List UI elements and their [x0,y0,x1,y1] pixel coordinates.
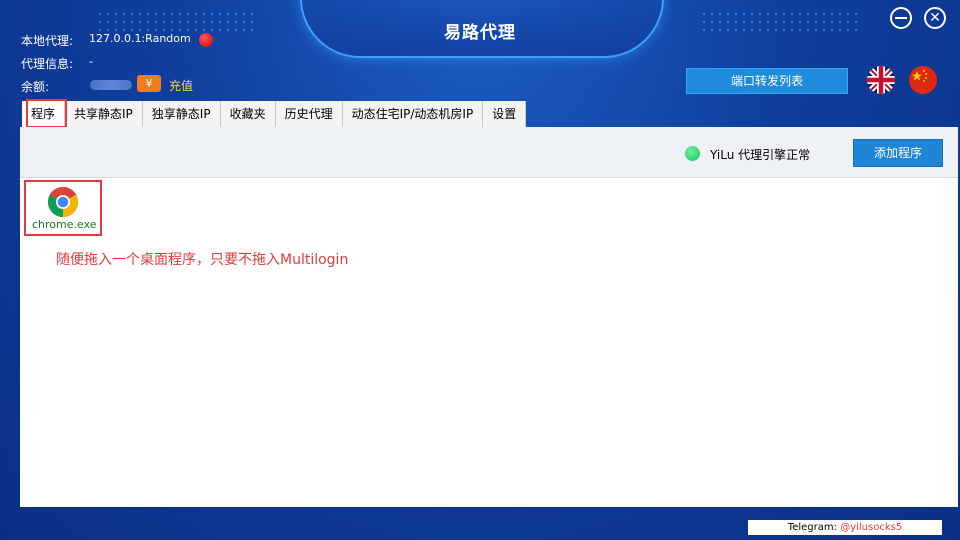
balance-row: 余额: [21,78,49,95]
balance-value-masked [90,80,132,90]
proxy-info-row: 代理信息: - [21,55,93,72]
close-icon: ✕ [929,10,941,26]
programs-panel: YiLu 代理引擎正常 添加程序 chrome.exe 随便拖入一个桌面程序，只… [20,127,958,507]
chinese-flag-icon[interactable] [909,66,937,94]
minimize-button[interactable] [890,7,912,29]
proxy-info-value: - [89,55,93,68]
tab-exclusive-static-ip[interactable]: 独享静态IP [142,101,221,127]
recharge-link[interactable]: 充值 [169,77,193,94]
telegram-footer: Telegram: @yilusocks5 [748,520,942,535]
chrome-icon [47,186,79,217]
tab-shared-static-ip[interactable]: 共享静态IP [65,101,143,127]
programs-toolbar: YiLu 代理引擎正常 添加程序 [20,127,958,178]
tab-highlight-box [26,99,67,128]
engine-status-dot [685,146,700,161]
telegram-label: Telegram: [787,522,837,533]
english-flag-icon[interactable] [867,66,895,94]
port-forward-list-button[interactable]: 端口转发列表 [686,68,848,94]
tab-settings[interactable]: 设置 [483,101,527,127]
tab-favorites[interactable]: 收藏夹 [220,101,276,127]
tab-dynamic-ip[interactable]: 动态住宅IP/动态机房IP [342,101,484,127]
local-proxy-label: 本地代理: [21,34,74,48]
engine-status-text: YiLu 代理引擎正常 [710,148,811,162]
add-program-button[interactable]: 添加程序 [853,139,943,167]
local-proxy-row: 本地代理: 127.0.0.1:Random [21,32,191,49]
program-item[interactable]: chrome.exe [24,180,102,236]
program-name: chrome.exe [32,218,97,231]
local-proxy-value: 127.0.0.1:Random [89,32,191,45]
currency-icon: ¥ [137,75,161,92]
proxy-info-label: 代理信息: [21,57,74,71]
tab-history-proxy[interactable]: 历史代理 [275,101,343,127]
close-button[interactable]: ✕ [924,7,946,29]
main-tabs: 程序 共享静态IP 独享静态IP 收藏夹 历史代理 动态住宅IP/动态机房IP … [22,101,527,127]
telegram-handle[interactable]: @yilusocks5 [840,522,902,533]
minimize-icon [895,17,907,19]
balance-label: 余额: [21,80,50,94]
proxy-status-dot [199,33,213,47]
drag-hint-text: 随便拖入一个桌面程序，只要不拖入Multilogin [56,252,349,268]
